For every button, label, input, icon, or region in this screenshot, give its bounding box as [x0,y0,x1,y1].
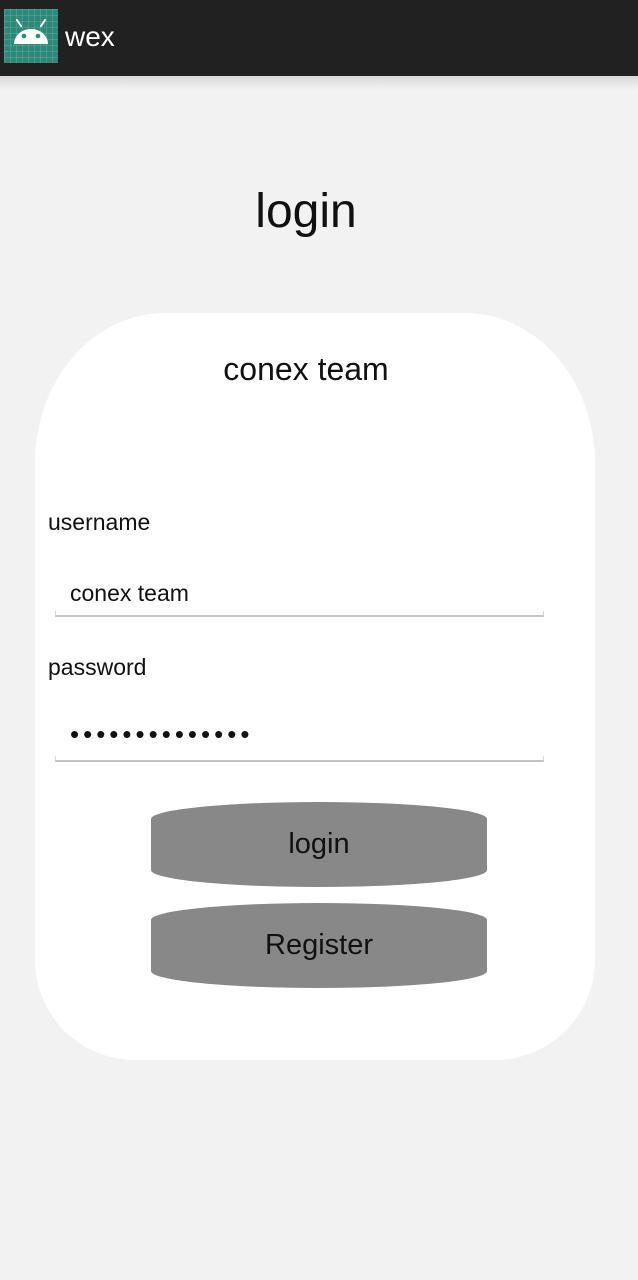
username-field[interactable]: conex team [55,573,544,617]
app-bar: wex [0,0,638,76]
password-label: password [48,654,147,680]
android-icon [4,9,58,63]
app-title: wex [65,21,115,52]
register-button[interactable]: Register [151,903,487,988]
username-value: conex team [70,580,189,606]
page-title: login [255,185,357,238]
password-value: •••••••••••••• [70,719,254,749]
username-label: username [48,509,151,535]
card-title: conex team [223,351,389,387]
password-field[interactable]: •••••••••••••• [55,718,544,762]
login-button[interactable]: login [151,802,487,887]
toolbar-shadow [0,76,638,90]
